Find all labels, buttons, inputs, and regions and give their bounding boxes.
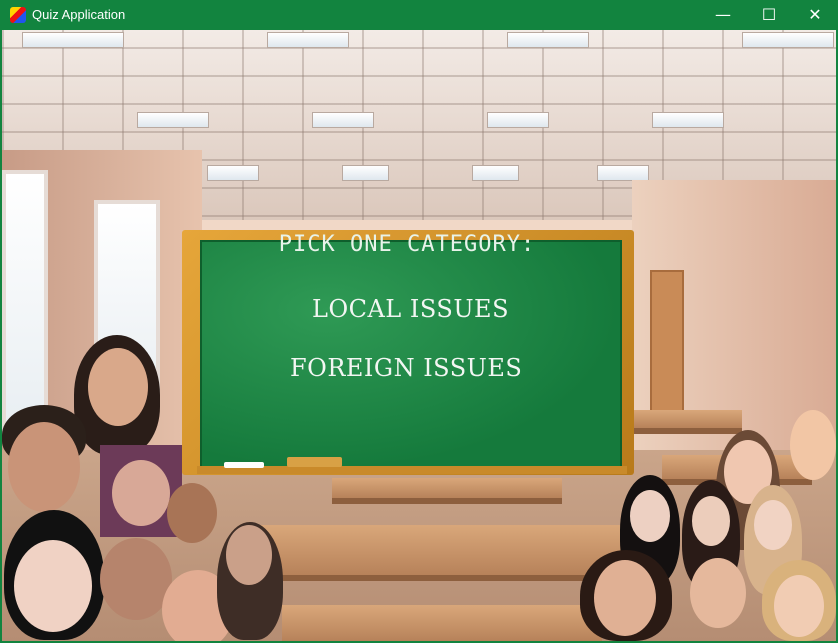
ceiling-light (742, 32, 834, 48)
person-photo (790, 410, 836, 480)
close-button[interactable]: ✕ (792, 0, 838, 30)
person-photo (167, 483, 217, 543)
foreign-issues-option[interactable]: FOREIGN ISSUES (290, 354, 522, 382)
ceiling-light (312, 112, 374, 128)
local-issues-option[interactable]: LOCAL ISSUES (312, 295, 509, 323)
app-icon (10, 7, 26, 23)
classroom-door (650, 270, 684, 424)
ceiling-light (137, 112, 209, 128)
board-eraser (287, 457, 342, 467)
classroom-background (2, 30, 836, 641)
ceiling-light (22, 32, 124, 48)
chalk-piece (224, 462, 264, 468)
person-photo (88, 348, 148, 426)
classroom-window (2, 170, 48, 438)
desk (332, 478, 562, 504)
minimize-button[interactable]: — (700, 0, 746, 30)
person-photo (594, 560, 656, 636)
person-photo (112, 460, 170, 526)
ceiling-light (597, 165, 649, 181)
ceiling-light (267, 32, 349, 48)
maximize-button[interactable]: ☐ (746, 0, 792, 30)
window-title: Quiz Application (32, 7, 126, 22)
category-prompt: PICK ONE CATEGORY: (278, 232, 536, 257)
app-window: Quiz Application — ☐ ✕ PICK ONE CATEGORY… (0, 0, 838, 643)
person-photo (8, 422, 80, 512)
person-photo (754, 500, 792, 550)
ceiling-light (342, 165, 389, 181)
person-photo (630, 490, 670, 542)
desk (282, 605, 602, 641)
title-bar[interactable]: Quiz Application — ☐ ✕ (0, 0, 838, 30)
ceiling-light (507, 32, 589, 48)
person-photo (692, 496, 730, 546)
ceiling-light (487, 112, 549, 128)
desk (252, 525, 622, 581)
ceiling-light (472, 165, 519, 181)
desk (632, 410, 742, 434)
person-photo (226, 525, 272, 585)
ceiling-light (207, 165, 259, 181)
person-photo (774, 575, 824, 637)
person-photo (690, 558, 746, 628)
person-photo (14, 540, 92, 632)
ceiling-light (652, 112, 724, 128)
